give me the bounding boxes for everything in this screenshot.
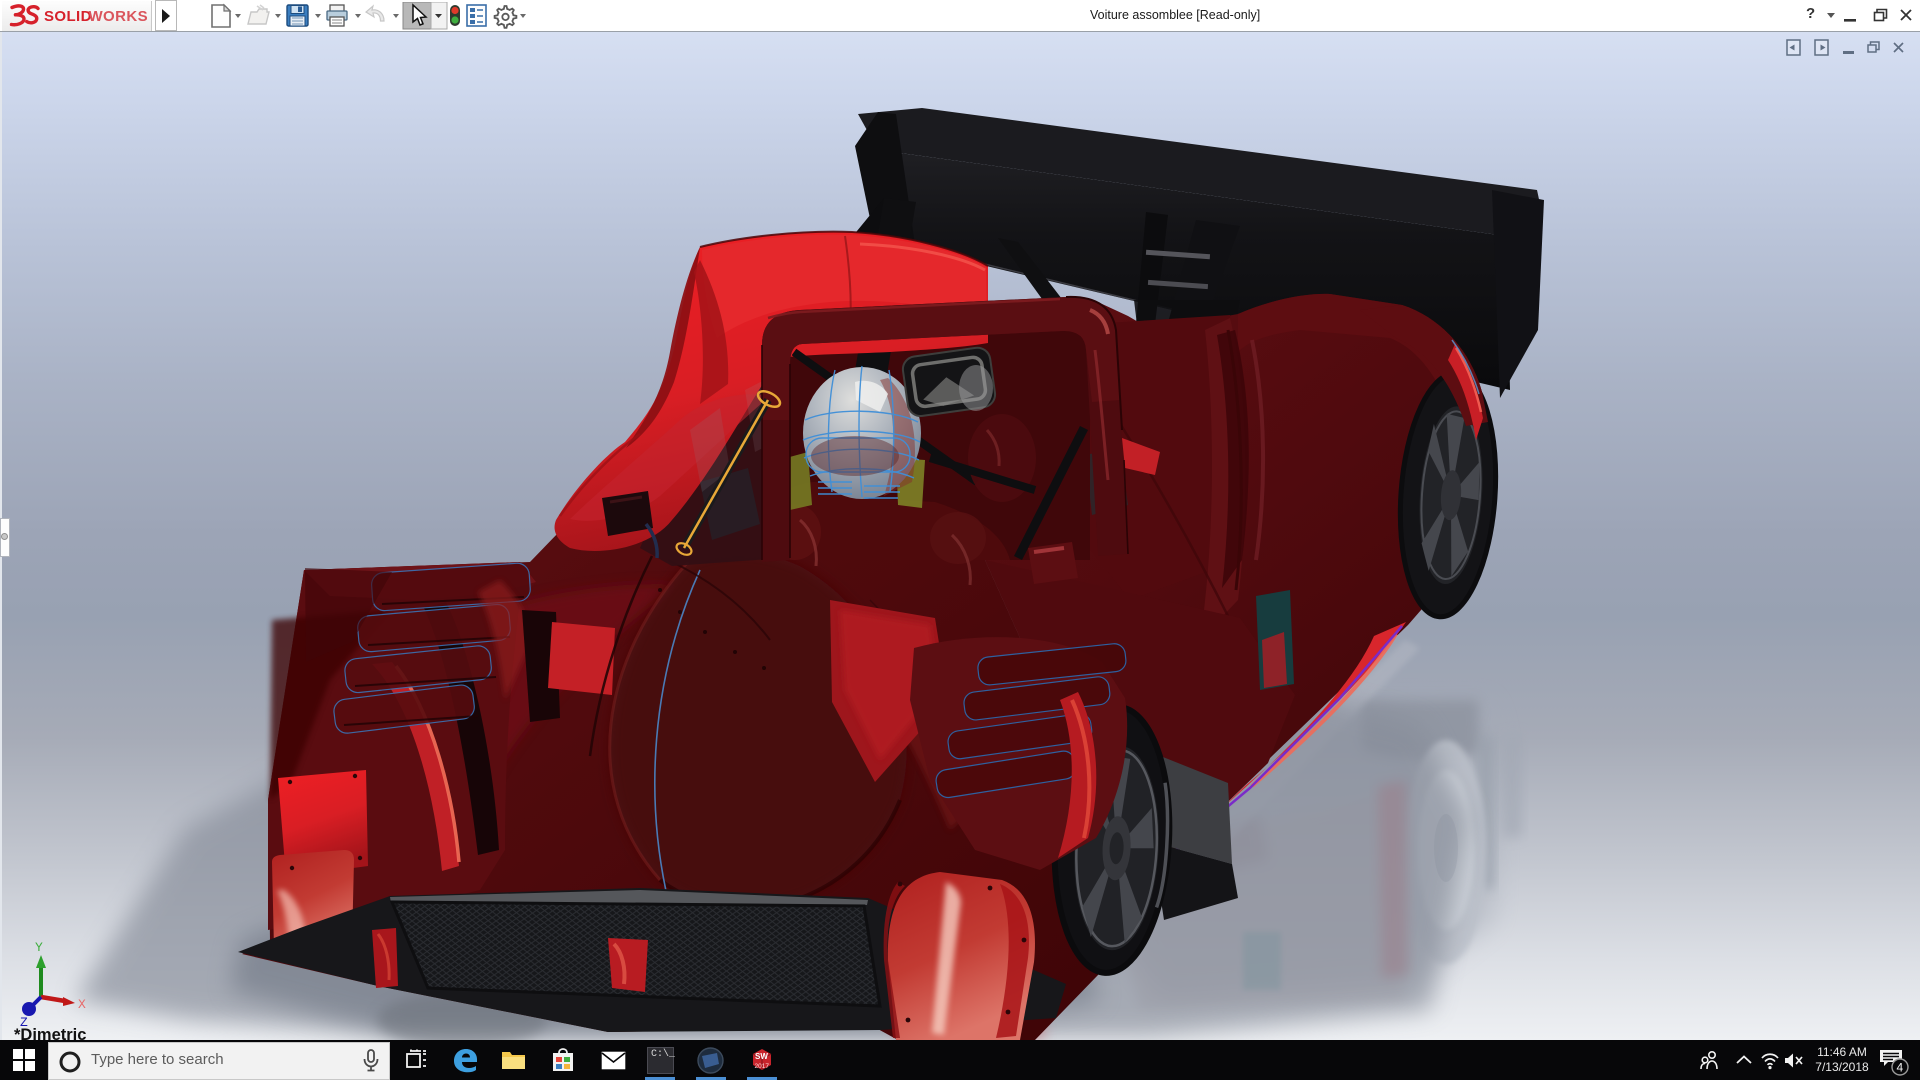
svg-text:SW: SW (755, 1052, 768, 1061)
svg-text:4: 4 (1897, 1061, 1904, 1075)
svg-text:WORKS: WORKS (89, 8, 149, 25)
svg-text:2017: 2017 (755, 1063, 770, 1070)
svg-text:X: X (78, 997, 86, 1012)
svg-text:Y: Y (35, 940, 43, 955)
svg-text:SOLID: SOLID (44, 8, 92, 25)
